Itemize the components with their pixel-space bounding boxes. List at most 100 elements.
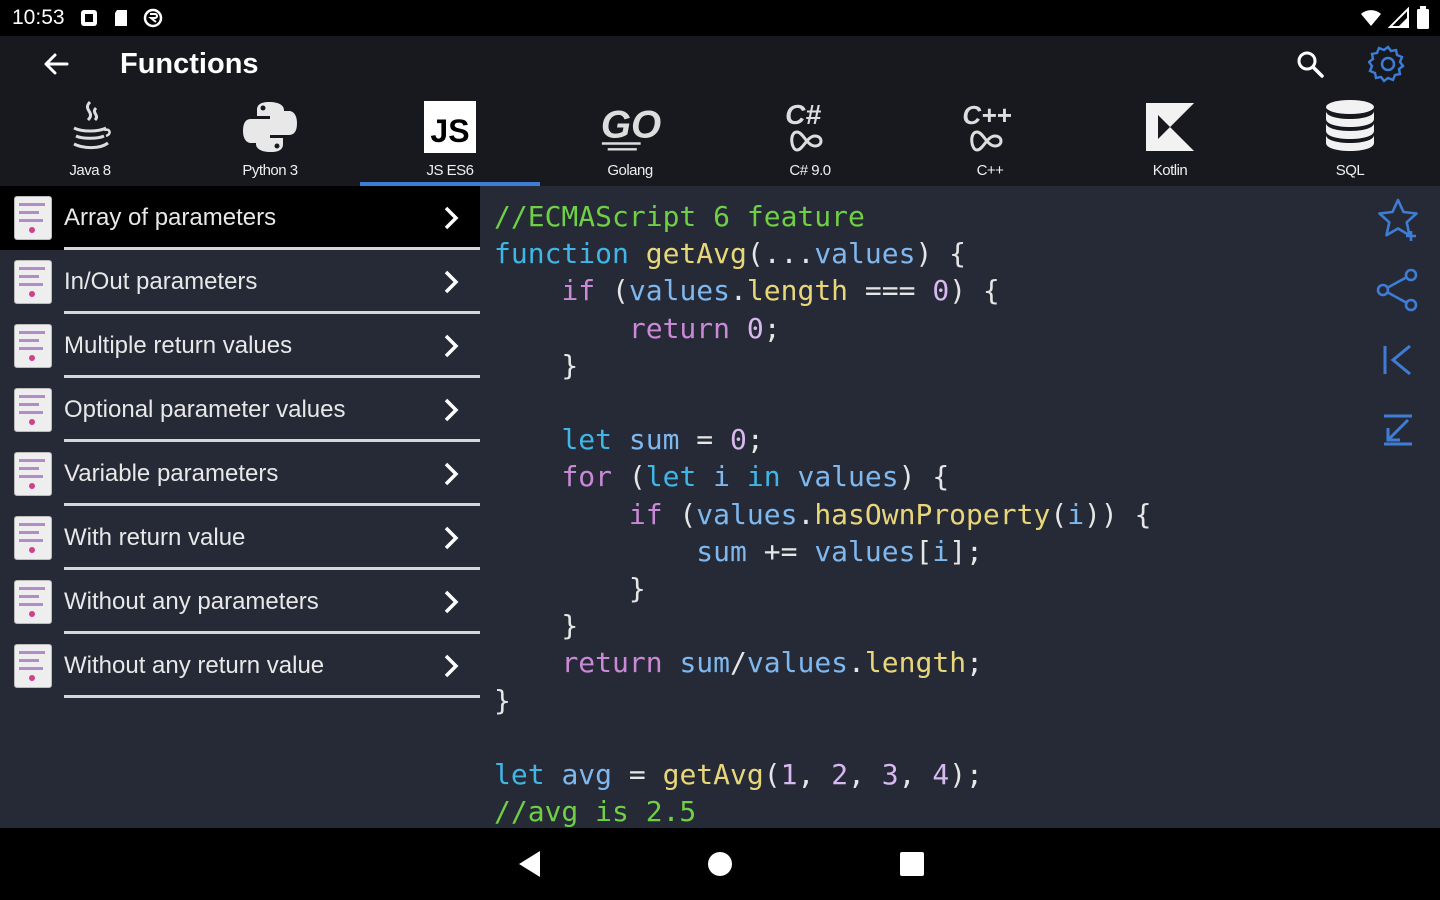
list-item[interactable]: Without any parameters xyxy=(0,570,480,634)
code-viewer[interactable]: //ECMAScript 6 feature function getAvg(..… xyxy=(480,186,1360,828)
code-file-icon xyxy=(14,324,52,368)
code-token: sum xyxy=(628,423,680,457)
arrow-left-icon xyxy=(44,53,69,75)
list-item-label: Array of parameters xyxy=(64,204,277,231)
signal-icon xyxy=(1387,6,1410,34)
tab-label: Java 8 xyxy=(69,162,111,179)
code-token: ]; xyxy=(949,534,983,568)
code-token: let xyxy=(645,460,697,494)
code-file-icon xyxy=(14,644,52,688)
list-item-label: Without any parameters xyxy=(64,588,319,615)
code-token: ) { xyxy=(949,274,1000,308)
recents-square-icon xyxy=(900,852,924,876)
code-token: values xyxy=(814,237,916,271)
code-line: let avg = getAvg(1, 2, 3, 4); xyxy=(494,756,1360,793)
list-item[interactable]: Without any return value xyxy=(0,634,480,698)
database-icon xyxy=(1318,96,1382,158)
list-item[interactable]: Multiple return values xyxy=(0,314,480,378)
nav-back-button[interactable] xyxy=(510,844,550,884)
list-item-label: Without any return value xyxy=(64,652,325,679)
tab-python[interactable]: Python 3 xyxy=(180,92,360,186)
gear-icon xyxy=(1368,45,1405,83)
code-token: getAvg xyxy=(662,758,764,792)
tab-sql[interactable]: SQL xyxy=(1260,92,1440,186)
code-token: in xyxy=(746,460,781,494)
code-token: ) { xyxy=(898,460,950,494)
svg-text:JS: JS xyxy=(430,113,469,149)
list-item-label: Optional parameter values xyxy=(64,396,346,423)
tab-label: Python 3 xyxy=(242,162,298,179)
code-line: } xyxy=(494,570,1360,607)
code-token: getAvg xyxy=(645,237,747,271)
svg-text:C#: C# xyxy=(785,99,821,130)
code-token: return xyxy=(628,311,731,345)
tab-kotlin[interactable]: Kotlin xyxy=(1080,92,1260,186)
code-line: //avg is 2.5 xyxy=(494,793,1360,828)
list-item[interactable]: Array of parameters xyxy=(0,186,480,250)
code-token: 2 xyxy=(831,758,849,792)
code-token: function xyxy=(494,237,629,271)
code-token: = xyxy=(679,423,731,457)
first-page-icon xyxy=(1383,344,1411,376)
code-token: ; xyxy=(763,311,781,345)
code-line: //ECMAScript 6 feature xyxy=(494,198,1360,235)
code-token: , xyxy=(898,758,933,792)
nav-recents-button[interactable] xyxy=(892,844,932,884)
list-item[interactable]: Variable parameters xyxy=(0,442,480,506)
code-token: i xyxy=(713,460,731,494)
code-token: ) { xyxy=(915,237,967,271)
code-token: , xyxy=(797,758,832,792)
tab-golang[interactable]: GO Golang xyxy=(540,92,720,186)
code-file-icon xyxy=(14,196,52,240)
code-token: let xyxy=(494,758,545,792)
code-token: ( xyxy=(1050,497,1068,531)
code-line: for (let i in values) { xyxy=(494,458,1360,495)
code-token: ( xyxy=(763,758,781,792)
kotlin-icon xyxy=(1138,96,1202,158)
code-token: //ECMAScript 6 feature xyxy=(494,200,865,233)
code-token: ); xyxy=(949,758,983,792)
chevron-right-icon xyxy=(436,395,466,425)
search-button[interactable] xyxy=(1288,42,1332,86)
code-token: )) { xyxy=(1084,497,1152,531)
list-item[interactable]: Optional parameter values xyxy=(0,378,480,442)
code-token: return xyxy=(561,646,663,680)
code-token: length xyxy=(746,274,849,308)
csharp-icon: C# xyxy=(778,96,842,158)
code-token: values xyxy=(696,497,798,531)
code-token: += xyxy=(746,534,815,568)
share-button[interactable] xyxy=(1374,266,1422,314)
first-item-button[interactable] xyxy=(1374,336,1422,384)
chevron-right-icon xyxy=(436,459,466,489)
list-item[interactable]: With return value xyxy=(0,506,480,570)
chevron-right-icon xyxy=(436,651,466,681)
code-token: === xyxy=(848,274,933,308)
settings-button[interactable] xyxy=(1366,42,1410,86)
cpp-icon: C++ xyxy=(958,96,1022,158)
tab-java[interactable]: Java 8 xyxy=(0,92,180,186)
chevron-right-icon xyxy=(436,267,466,297)
code-token: i xyxy=(1067,497,1085,531)
star-add-icon xyxy=(1378,198,1418,241)
back-button[interactable] xyxy=(26,36,86,92)
tab-cpp[interactable]: C++ C++ xyxy=(900,92,1080,186)
tab-csharp[interactable]: C# C# 9.0 xyxy=(720,92,900,186)
favorite-button[interactable] xyxy=(1374,196,1422,244)
code-file-icon xyxy=(14,580,52,624)
code-token: if xyxy=(561,274,596,308)
tab-javascript[interactable]: JS JS ES6 xyxy=(360,92,540,186)
tab-label: C++ xyxy=(976,162,1004,179)
list-item[interactable]: In/Out parameters xyxy=(0,250,480,314)
tab-label: SQL xyxy=(1335,162,1365,179)
last-item-button[interactable] xyxy=(1374,406,1422,454)
nav-home-button[interactable] xyxy=(700,844,740,884)
search-icon xyxy=(1297,51,1324,78)
battery-icon xyxy=(1416,6,1430,35)
